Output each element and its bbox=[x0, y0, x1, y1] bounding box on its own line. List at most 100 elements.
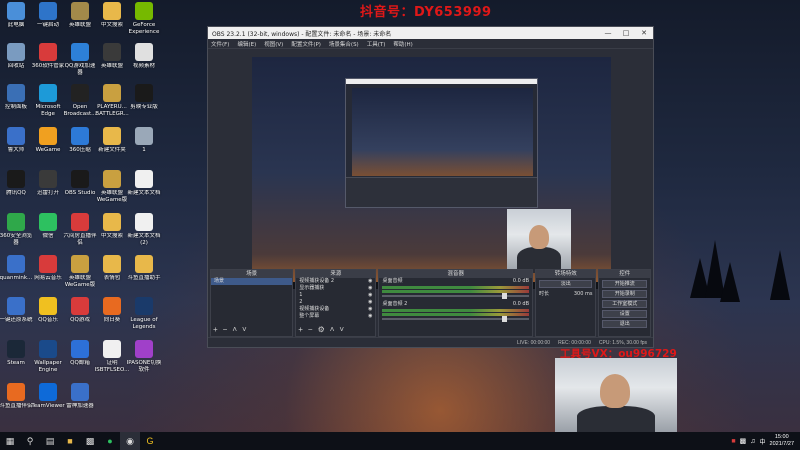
desktop-icon[interactable]: Steam bbox=[0, 340, 32, 378]
obs-titlebar[interactable]: OBS 23.2.1 (32-bit, windows) - 配置文件: 未命名… bbox=[208, 27, 653, 39]
desktop-icon[interactable]: League of Legends bbox=[128, 297, 160, 335]
desktop-icon[interactable]: 控制面板 bbox=[0, 84, 32, 122]
task-view-icon[interactable]: ▤ bbox=[40, 432, 60, 450]
menu-item[interactable]: 文件(F) bbox=[211, 40, 229, 48]
desktop-icon[interactable]: 雷神加速器 bbox=[64, 383, 96, 421]
source-item[interactable]: 整个屏幕 ◉ bbox=[296, 313, 375, 320]
desktop-icon[interactable]: 一键启动 bbox=[32, 2, 64, 40]
tray-app-icon[interactable]: ■ bbox=[731, 438, 735, 445]
desktop-icon[interactable]: 英雄联盟 WeGame版 bbox=[64, 255, 96, 293]
desktop-icon[interactable]: TeamViewer bbox=[31, 383, 65, 421]
eye-icon[interactable]: ◉ bbox=[368, 286, 372, 291]
menu-item[interactable]: 帮助(H) bbox=[393, 40, 412, 48]
move-up-icon[interactable]: ˄ bbox=[330, 325, 335, 334]
desktop-icon[interactable]: 1 bbox=[128, 127, 160, 165]
network-icon[interactable]: ▩ bbox=[740, 437, 747, 445]
desktop-icon[interactable]: 中文搜索 bbox=[96, 213, 128, 251]
desktop-icon[interactable]: 鲁大师 bbox=[0, 127, 32, 165]
menu-item[interactable]: 工具(T) bbox=[367, 40, 386, 48]
desktop-icon[interactable]: 新建文本文档 (2) bbox=[127, 213, 161, 251]
exit-button[interactable]: 退出 bbox=[602, 320, 647, 328]
move-up-icon[interactable]: ˄ bbox=[232, 325, 237, 334]
desktop-icon[interactable]: QQ音乐 bbox=[32, 297, 64, 335]
menu-item[interactable]: 编辑(E) bbox=[237, 40, 256, 48]
add-icon[interactable]: + bbox=[298, 325, 303, 334]
source-item[interactable]: 2 ◉ bbox=[296, 299, 375, 306]
store-icon[interactable]: ▩ bbox=[80, 432, 100, 450]
desktop-icon[interactable]: quanmink... bbox=[0, 255, 32, 293]
source-item[interactable]: 视频捕获设备 ◉ bbox=[296, 306, 375, 313]
volume-icon[interactable]: ♫ bbox=[750, 438, 755, 445]
source-item[interactable]: 视频捕获设备 2 ◉ bbox=[296, 278, 375, 285]
input-method-icon[interactable]: 中 bbox=[760, 437, 766, 446]
desktop-icon[interactable]: 证明 ISBTFLSEO... bbox=[95, 340, 129, 378]
desktop-icon[interactable]: 此电脑 bbox=[0, 2, 32, 40]
close-icon[interactable]: ✕ bbox=[635, 27, 653, 39]
desktop-icon[interactable]: Wallpaper Engine bbox=[32, 340, 64, 378]
desktop-icon[interactable]: WeGame bbox=[32, 127, 64, 165]
desktop-icon[interactable]: 斗鱼直播伴侣 bbox=[0, 383, 33, 421]
eye-icon[interactable]: ◉ bbox=[368, 307, 372, 312]
desktop-icon[interactable]: 向日葵 bbox=[96, 297, 128, 335]
taskbar-clock[interactable]: 15:00 2021/7/27 bbox=[770, 434, 794, 448]
desktop-icon[interactable]: 斗鱼直播助手 bbox=[127, 255, 161, 293]
desktop-icon[interactable]: QQ邮箱 bbox=[64, 340, 96, 378]
desktop-icon[interactable]: IPASONE切换软件 bbox=[127, 340, 161, 378]
desktop-icon[interactable]: 剪映专业版 bbox=[128, 84, 160, 122]
desktop-icon[interactable]: 迅雷打开 bbox=[32, 170, 64, 208]
start-recording-button[interactable]: 开始录制 bbox=[602, 290, 647, 298]
settings-button[interactable]: 设置 bbox=[602, 310, 647, 318]
desktop-icon[interactable]: OBS Studio bbox=[64, 170, 96, 208]
desktop-icon[interactable]: QQ游戏 bbox=[64, 297, 96, 335]
transition-select[interactable]: 淡出 bbox=[539, 280, 593, 288]
menu-item[interactable]: 配置文件(P) bbox=[291, 40, 321, 48]
start-streaming-button[interactable]: 开始推流 bbox=[602, 280, 647, 288]
obs-taskbar-icon[interactable]: ◉ bbox=[120, 432, 140, 450]
volume-slider[interactable] bbox=[382, 316, 530, 322]
wechat-icon[interactable]: ● bbox=[100, 432, 120, 450]
desktop-icon[interactable]: 腾讯QQ bbox=[0, 170, 32, 208]
duration-field[interactable]: 300 ms bbox=[574, 292, 593, 297]
menu-item[interactable]: 场景集合(S) bbox=[329, 40, 359, 48]
eye-icon[interactable]: ◉ bbox=[368, 300, 372, 305]
desktop-icon[interactable]: 英雄联盟 WeGame版 bbox=[96, 170, 128, 208]
add-icon[interactable]: + bbox=[213, 325, 218, 334]
gear-icon[interactable]: ⚙ bbox=[318, 325, 325, 334]
remove-icon[interactable]: − bbox=[308, 325, 313, 334]
desktop-icon[interactable]: PLAYERU... BATTLEGR... bbox=[95, 84, 129, 122]
desktop-icon[interactable]: 一键还原系统 bbox=[0, 297, 33, 335]
move-down-icon[interactable]: ˅ bbox=[339, 325, 344, 334]
desktop-icon[interactable]: 新建文本文档 bbox=[127, 170, 161, 208]
start-icon[interactable]: ▦ bbox=[0, 432, 20, 450]
desktop-icon[interactable]: 表情包 bbox=[96, 255, 128, 293]
desktop-icon[interactable]: 回收站 bbox=[0, 43, 32, 81]
move-down-icon[interactable]: ˅ bbox=[242, 325, 247, 334]
scene-item[interactable]: 场景 bbox=[211, 278, 293, 285]
desktop-icon[interactable]: 中文搜索 bbox=[96, 2, 128, 40]
studio-mode-button[interactable]: 工作室模式 bbox=[602, 300, 647, 308]
desktop-icon[interactable]: 微信 bbox=[32, 213, 64, 251]
desktop-icon[interactable]: Open Broadcast... bbox=[64, 84, 96, 122]
desktop-icon[interactable]: 视频素材 bbox=[128, 43, 160, 81]
browser-icon[interactable]: G bbox=[140, 432, 160, 450]
desktop-icon[interactable]: QQ游戏加速器 bbox=[64, 43, 96, 81]
source-item[interactable]: 显示器捕获 ◉ bbox=[296, 285, 375, 292]
remove-icon[interactable]: − bbox=[223, 325, 228, 334]
desktop-icon[interactable]: 六间房直播伴侣 bbox=[63, 213, 97, 251]
desktop-icon[interactable]: 英雄联盟 bbox=[64, 2, 96, 40]
eye-icon[interactable]: ◉ bbox=[368, 314, 372, 319]
source-item[interactable]: 1 ◉ bbox=[296, 292, 375, 299]
menu-item[interactable]: 视图(V) bbox=[264, 40, 283, 48]
explorer-icon[interactable]: ■ bbox=[60, 432, 80, 450]
desktop-icon[interactable]: 360软件管家 bbox=[32, 43, 64, 81]
desktop-icon[interactable]: Microsoft Edge bbox=[32, 84, 64, 122]
search-icon[interactable]: ⚲ bbox=[20, 432, 40, 450]
desktop-icon[interactable]: GeForce Experience bbox=[128, 2, 160, 40]
eye-icon[interactable]: ◉ bbox=[368, 279, 372, 284]
desktop-icon[interactable]: 360压缩 bbox=[64, 127, 96, 165]
desktop-icon[interactable]: 新建文件夹 bbox=[96, 127, 128, 165]
desktop-icon[interactable]: 网易云音乐 bbox=[32, 255, 64, 293]
eye-icon[interactable]: ◉ bbox=[368, 293, 372, 298]
obs-preview-canvas[interactable] bbox=[252, 57, 611, 289]
minimize-icon[interactable]: — bbox=[599, 27, 617, 39]
